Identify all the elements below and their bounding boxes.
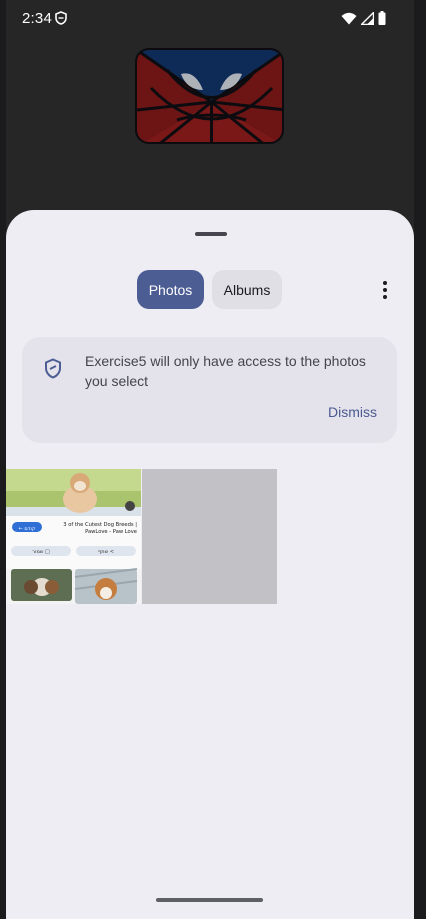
screenshot-chip-share: שתף < [98,549,114,555]
wifi-icon [341,12,357,29]
photo-tile-placeholder[interactable] [142,469,277,604]
battery-icon [378,11,386,29]
status-icons [341,10,386,29]
dismiss-button[interactable]: Dismiss [328,404,377,420]
photo-picker-sheet: Photos Albums Exercise5 will only have a… [6,210,414,919]
home-indicator[interactable] [156,898,263,902]
tab-photos[interactable]: Photos [137,270,204,309]
banner-message: Exercise5 will only have access to the p… [85,353,366,389]
app-logo [135,48,284,144]
photo-grid: ← קודם 3 of the Cutest Dog Breeds | PawL… [6,469,414,604]
status-time: 2:34 [22,10,52,27]
more-vert-icon[interactable] [372,276,398,304]
spider-web-logo [137,50,282,142]
screen: 2:34 Photos Albums Exercise5 will only h… [0,0,426,919]
drag-handle[interactable] [195,232,227,236]
svg-text:3 of the Cutest Dog Breeds |: 3 of the Cutest Dog Breeds | [63,522,137,528]
status-bar: 2:34 [0,0,426,38]
screenshot-chip-save: שמור □ [32,549,50,555]
tab-albums[interactable]: Albums [212,270,282,309]
screenshot-back-button: ← קודם [19,526,36,532]
photo-tile-screenshot[interactable]: ← קודם 3 of the Cutest Dog Breeds | PawL… [6,469,141,604]
svg-text:PawLove - Paw Love: PawLove - Paw Love [85,529,137,535]
privacy-shield-icon [55,11,67,29]
access-banner: Exercise5 will only have access to the p… [22,337,397,443]
signal-icon [359,10,375,29]
frame-edge [414,0,426,919]
shield-icon [44,358,62,384]
